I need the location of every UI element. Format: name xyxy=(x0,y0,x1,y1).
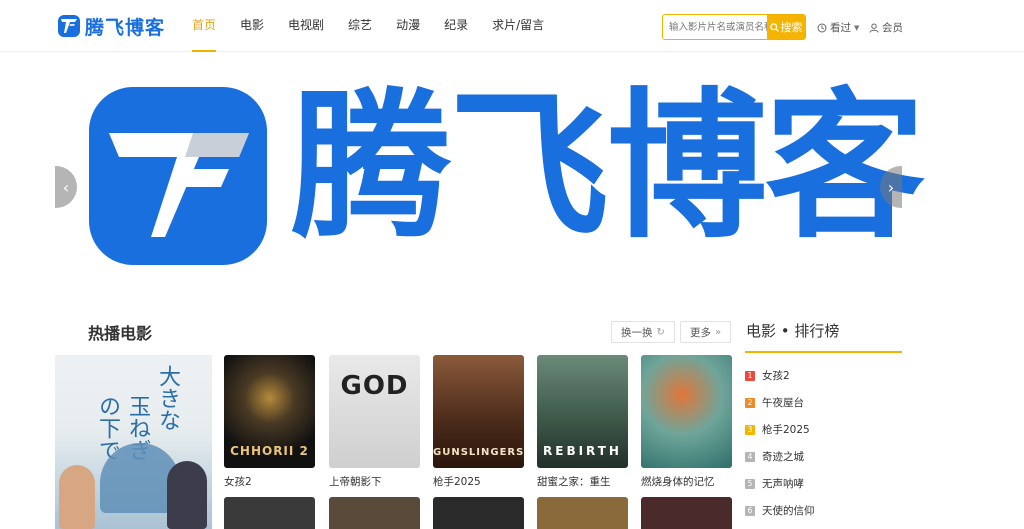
movie-poster: GUNSLINGERS xyxy=(433,355,524,468)
banner-logo-icon xyxy=(89,87,267,265)
banner-title: 腾飞博客 xyxy=(291,73,925,260)
search-box: 搜索 xyxy=(662,14,806,40)
rank-number: 2 xyxy=(745,397,755,408)
ranking-item[interactable]: 6 天使的信仰 xyxy=(745,497,902,524)
history-label: 看过 xyxy=(830,22,851,34)
nav-item-movies[interactable]: 电影 xyxy=(240,0,264,52)
ranking-item-title: 午夜屋台 xyxy=(762,397,804,409)
movie-poster-row2[interactable] xyxy=(641,497,732,529)
page: 腾飞博客 首页 电影 电视剧 综艺 动漫 纪录 求片/留言 搜索 xyxy=(0,0,1024,529)
movie-poster-row2[interactable] xyxy=(224,497,315,529)
movie-card[interactable]: 燃烧身体的记忆 xyxy=(641,355,732,489)
user-icon xyxy=(869,23,879,33)
poster-title-text: GUNSLINGERS xyxy=(433,447,524,458)
movie-grid: 大きな 玉ねぎ の下で CHHORII 2 女孩2 GOD 上帝朝影下 GUNS… xyxy=(55,355,735,529)
ranking-item-title: 天使的信仰 xyxy=(762,505,815,517)
movie-poster-row2[interactable] xyxy=(537,497,628,529)
movie-card[interactable]: REBIRTH 甜蜜之家：重生 xyxy=(537,355,628,489)
rank-number: 6 xyxy=(745,505,755,516)
ranking-title: 电影 • 排行榜 xyxy=(745,320,902,353)
nav-item-anime[interactable]: 动漫 xyxy=(396,0,420,52)
logo-text: 腾飞博客 xyxy=(85,16,166,39)
ranking-item[interactable]: 4 奇迹之城 xyxy=(745,443,902,470)
movie-title: 燃烧身体的记忆 xyxy=(641,476,715,488)
movie-card[interactable]: GUNSLINGERS 枪手2025 xyxy=(433,355,524,489)
ranking-list: 1 女孩2 2 午夜屋台 3 枪手2025 4 奇迹之城 5 无声呐哮 6 天使… xyxy=(745,362,902,524)
more-button[interactable]: 更多 » xyxy=(680,321,732,343)
top-header: 腾飞博客 首页 电影 电视剧 综艺 动漫 纪录 求片/留言 搜索 xyxy=(0,0,1024,52)
movie-poster xyxy=(641,355,732,468)
ranking-item-title: 无声呐哮 xyxy=(762,478,804,490)
ranking-item[interactable]: 2 午夜屋台 xyxy=(745,389,902,416)
poster-person-image xyxy=(59,465,95,529)
movie-title: 枪手2025 xyxy=(433,476,481,488)
chevron-left-icon: ‹ xyxy=(62,177,70,197)
poster-title-text: REBIRTH xyxy=(543,444,622,458)
history-menu[interactable]: 看过 ▼ xyxy=(817,20,859,35)
member-label: 会员 xyxy=(882,22,903,34)
movie-poster: CHHORII 2 xyxy=(224,355,315,468)
clock-icon xyxy=(817,23,827,32)
featured-poster[interactable]: 大きな 玉ねぎ の下で xyxy=(55,355,212,529)
caret-down-icon: ▼ xyxy=(854,23,860,32)
section-title: 热播电影 xyxy=(88,324,153,343)
site-logo[interactable]: 腾飞博客 xyxy=(58,13,165,39)
movie-poster: GOD xyxy=(329,355,420,468)
movie-poster-row2[interactable] xyxy=(329,497,420,529)
featured-poster-text: 大きな xyxy=(155,365,180,431)
ranking-item[interactable]: 5 无声呐哮 xyxy=(745,470,902,497)
nav-item-documentary[interactable]: 纪录 xyxy=(444,0,468,52)
movie-poster-row2[interactable] xyxy=(433,497,524,529)
movie-title: 甜蜜之家：重生 xyxy=(537,476,611,488)
movie-card[interactable]: GOD 上帝朝影下 xyxy=(329,355,420,489)
member-link[interactable]: 会员 xyxy=(869,20,903,35)
ranking-item[interactable]: 3 枪手2025 xyxy=(745,416,902,443)
movie-card[interactable]: CHHORII 2 女孩2 xyxy=(224,355,315,489)
search-input[interactable] xyxy=(663,15,767,39)
double-chevron-right-icon: » xyxy=(715,326,722,338)
logo-mark-icon xyxy=(58,15,80,37)
rank-number: 1 xyxy=(745,370,755,381)
search-icon xyxy=(769,22,779,32)
hero-banner[interactable]: 腾飞博客 ‹ › xyxy=(55,62,925,314)
banner-prev-button[interactable]: ‹ xyxy=(55,166,77,208)
ranking-item[interactable]: 1 女孩2 xyxy=(745,362,902,389)
ranking-item-title: 枪手2025 xyxy=(762,424,810,436)
refresh-icon: ↻ xyxy=(656,326,665,338)
ranking-item-title: 女孩2 xyxy=(762,370,790,382)
main-nav: 首页 电影 电视剧 综艺 动漫 纪录 求片/留言 xyxy=(180,0,556,52)
nav-item-tv[interactable]: 电视剧 xyxy=(288,0,324,52)
refresh-button[interactable]: 换一换 ↻ xyxy=(611,321,675,343)
search-button[interactable]: 搜索 xyxy=(767,15,805,39)
poster-person-image xyxy=(167,461,207,529)
nav-item-request[interactable]: 求片/留言 xyxy=(492,0,544,52)
movie-poster: REBIRTH xyxy=(537,355,628,468)
chevron-right-icon: › xyxy=(887,177,895,197)
rank-number: 4 xyxy=(745,451,755,462)
more-label: 更多 xyxy=(690,326,711,339)
ranking-panel: 电影 • 排行榜 1 女孩2 2 午夜屋台 3 枪手2025 4 奇迹之城 5 … xyxy=(745,320,902,524)
movie-title: 上帝朝影下 xyxy=(329,476,382,488)
nav-item-variety[interactable]: 综艺 xyxy=(348,0,372,52)
refresh-label: 换一换 xyxy=(621,326,653,339)
rank-number: 3 xyxy=(745,424,755,435)
movie-title: 女孩2 xyxy=(224,476,252,488)
poster-title-text: CHHORII 2 xyxy=(230,444,309,458)
nav-item-home[interactable]: 首页 xyxy=(192,0,217,52)
poster-title-text: GOD xyxy=(340,371,409,401)
rank-number: 5 xyxy=(745,478,755,489)
ranking-item-title: 奇迹之城 xyxy=(762,451,804,463)
search-button-label: 搜索 xyxy=(780,21,803,34)
